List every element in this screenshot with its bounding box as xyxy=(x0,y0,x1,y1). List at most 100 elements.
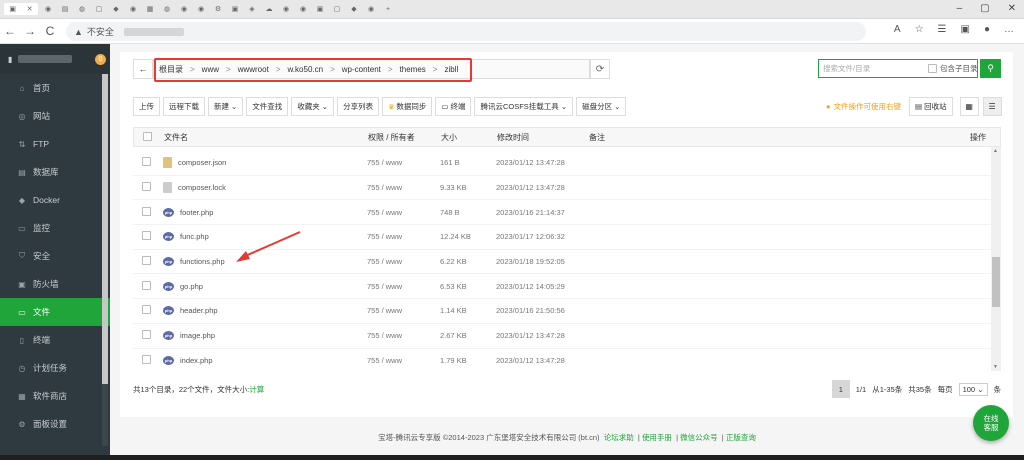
notification-badge[interactable]: 0 xyxy=(95,54,106,65)
file-permission[interactable]: 755 / www xyxy=(367,257,440,266)
favorites-button[interactable]: 收藏夹 ⌄ xyxy=(291,97,335,116)
table-row[interactable]: php image.php 755 / www 2.67 KB 2023/01/12 1… xyxy=(133,324,1001,349)
sidebar-item[interactable]: ▭ 监控 xyxy=(0,214,110,242)
sidebar-item[interactable]: ▭ 文件 xyxy=(0,298,110,326)
browser-tab[interactable]: ▦ xyxy=(143,3,157,15)
browser-tab[interactable]: ⚙ xyxy=(211,3,225,15)
breadcrumb[interactable]: 根目录 > www > wwwroot > w.ko50.cn > wp-content > the… xyxy=(153,58,590,82)
table-row[interactable]: php index.php 755 / www 1.79 KB 2023/01/12 1… xyxy=(133,349,1001,372)
file-search-button[interactable]: 文件查找 xyxy=(246,97,289,116)
browser-tab[interactable]: ◆ xyxy=(347,3,361,15)
file-permission[interactable]: 755 / www xyxy=(367,356,440,365)
file-name[interactable]: functions.php xyxy=(180,257,225,266)
upload-button[interactable]: 上传 xyxy=(133,97,160,116)
row-checkbox[interactable] xyxy=(142,330,151,340)
search-input[interactable]: 搜索文件/目录 包含子目录 xyxy=(818,59,978,78)
browser-tab[interactable]: ◍ xyxy=(75,3,89,15)
browser-tab[interactable]: ▤ xyxy=(58,3,72,15)
more-icon[interactable]: … xyxy=(1004,24,1014,35)
breadcrumb-item[interactable]: zibll xyxy=(444,65,458,74)
sidebar-item[interactable]: ▣ 防火墙 xyxy=(0,270,110,298)
file-list-scroll-thumb[interactable] xyxy=(992,257,1000,307)
remote-download-button[interactable]: 远程下载 xyxy=(163,97,205,116)
grid-view-button[interactable]: ▦ xyxy=(959,97,979,116)
file-name-cell[interactable]: composer.lock xyxy=(163,182,367,194)
breadcrumb-item[interactable]: wp-content xyxy=(342,65,381,74)
file-name-cell[interactable]: php func.php xyxy=(163,232,367,242)
file-name[interactable]: go.php xyxy=(180,282,203,291)
browser-tab[interactable]: ▣ xyxy=(313,3,327,15)
file-permission[interactable]: 755 / www xyxy=(367,158,440,167)
sidebar-item[interactable]: ▯ 终端 xyxy=(0,326,110,354)
read-aloud-icon[interactable]: A xyxy=(894,24,901,35)
file-name-cell[interactable]: php functions.php xyxy=(163,257,367,267)
sidebar-item[interactable]: ◷ 计划任务 xyxy=(0,354,110,382)
profile-icon[interactable]: ● xyxy=(984,24,990,35)
close-tab-icon[interactable]: ✕ xyxy=(27,5,33,13)
table-row[interactable]: php footer.php 755 / www 748 B 2023/01/16 21… xyxy=(133,200,1001,226)
table-row[interactable]: php functions.php 755 / www 6.22 KB 2023/01/… xyxy=(133,250,1001,275)
header-size[interactable]: 大小 xyxy=(441,132,497,143)
path-back-button[interactable]: ← xyxy=(133,59,153,79)
wechat-link[interactable]: 微信公众号 xyxy=(680,433,718,442)
include-subdir-checkbox[interactable] xyxy=(928,64,937,73)
file-name[interactable]: composer.json xyxy=(178,158,226,167)
per-page-select[interactable]: 100 ⌄ xyxy=(958,382,988,396)
table-row[interactable]: php func.php 755 / www 12.24 KB 2023/01/17 1… xyxy=(133,225,1001,250)
sidebar-item[interactable]: ⚙ 面板设置 xyxy=(0,410,110,438)
row-checkbox[interactable] xyxy=(142,206,151,216)
disk-partition-button[interactable]: 磁盘分区 ⌄ xyxy=(576,97,627,116)
row-checkbox[interactable] xyxy=(142,256,151,266)
file-name[interactable]: composer.lock xyxy=(178,183,226,192)
include-subdir[interactable]: 包含子目录 xyxy=(928,63,978,74)
file-permission[interactable]: 755 / www xyxy=(367,208,440,217)
header-time[interactable]: 修改时间 xyxy=(497,132,589,143)
url-field[interactable]: ▲ 不安全 xyxy=(66,22,866,41)
file-permission[interactable]: 755 / www xyxy=(367,331,440,340)
file-name[interactable]: index.php xyxy=(180,356,213,365)
file-permission[interactable]: 755 / www xyxy=(367,282,440,291)
row-checkbox[interactable] xyxy=(142,231,151,241)
breadcrumb-item[interactable]: www xyxy=(202,65,219,74)
file-name[interactable]: func.php xyxy=(180,232,209,241)
browser-tab[interactable]: ◆ xyxy=(109,3,123,15)
forward-icon[interactable]: → xyxy=(20,24,40,38)
file-name[interactable]: header.php xyxy=(180,306,218,315)
scroll-up-icon[interactable]: ▲ xyxy=(993,148,998,154)
sidebar-item[interactable]: ▤ 数据库 xyxy=(0,158,110,186)
current-page-button[interactable]: 1 xyxy=(831,380,850,398)
browser-tab[interactable]: ◈ xyxy=(245,3,259,15)
header-name[interactable]: 文件名 xyxy=(164,132,368,143)
table-row[interactable]: composer.lock 755 / www 9.33 KB 2023/01/12 … xyxy=(133,176,1001,201)
file-name-cell[interactable]: composer.json xyxy=(163,157,367,169)
header-perm[interactable]: 权限 / 所有者 xyxy=(368,132,441,143)
license-link[interactable]: 正版查询 xyxy=(726,433,756,442)
back-icon[interactable]: ← xyxy=(0,24,20,38)
browser-tab[interactable]: ☁ xyxy=(262,3,276,15)
browser-tab[interactable]: ◉ xyxy=(194,3,208,15)
browser-tab[interactable]: ◉ xyxy=(364,3,378,15)
sidebar-scroll-thumb[interactable] xyxy=(102,74,108,384)
file-permission[interactable]: 755 / www xyxy=(367,183,440,192)
terminal-button[interactable]: ▭ 终端 xyxy=(435,97,472,116)
sidebar-item[interactable]: ⛉ 安全 xyxy=(0,242,110,270)
new-button[interactable]: 新建 ⌄ xyxy=(208,97,244,116)
file-name-cell[interactable]: php index.php xyxy=(163,355,367,365)
table-row[interactable]: composer.json 755 / www 161 B 2023/01/12 13… xyxy=(133,151,1001,176)
active-tab[interactable]: ▣ ✕ xyxy=(4,3,38,15)
browser-tab[interactable]: ◉ xyxy=(279,3,293,15)
new-tab-button[interactable]: + xyxy=(381,3,395,15)
select-all-checkbox[interactable] xyxy=(143,131,152,141)
browser-tab[interactable]: ◍ xyxy=(160,3,174,15)
sidebar-item[interactable]: ⌂ 首页 xyxy=(0,74,110,102)
search-button[interactable]: ⚲ xyxy=(980,59,1001,78)
file-name-cell[interactable]: php image.php xyxy=(163,331,367,341)
sidebar-item[interactable]: ▦ 软件商店 xyxy=(0,382,110,410)
file-name[interactable]: image.php xyxy=(180,331,215,340)
data-sync-button[interactable]: ♛ 数据同步 xyxy=(382,97,433,116)
share-list-button[interactable]: 分享列表 xyxy=(337,97,380,116)
file-name[interactable]: footer.php xyxy=(180,208,213,217)
browser-tab[interactable]: ◉ xyxy=(177,3,191,15)
online-support-button[interactable]: 在线客服 xyxy=(973,405,1009,441)
minimize-icon[interactable]: – xyxy=(957,3,963,14)
